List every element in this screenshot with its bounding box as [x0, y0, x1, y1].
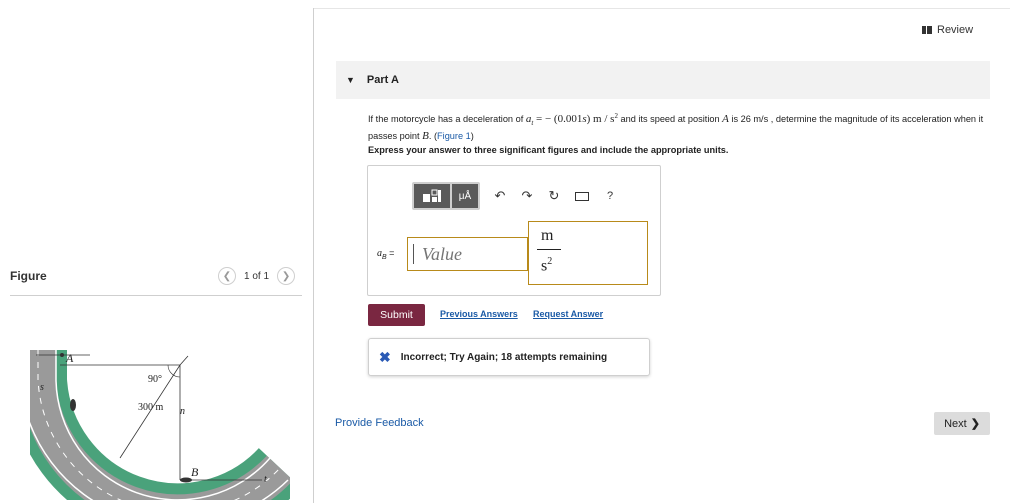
label-n: n — [180, 406, 185, 417]
figure-pane: Figure ❮ 1 of 1 ❯ A s 90° 300 m n B t — [0, 0, 314, 503]
toolbar-group: μÅ — [412, 182, 480, 210]
part-title: Part A — [366, 74, 399, 86]
previous-answers-link[interactable]: Previous Answers — [440, 309, 518, 319]
incorrect-x-icon: ✖ — [379, 348, 391, 365]
figure-header: Figure ❮ 1 of 1 ❯ — [10, 266, 302, 296]
units-icon: μÅ — [458, 190, 472, 202]
motorcycle-curve-figure: A s 90° 300 m n B t — [30, 350, 290, 500]
review-link[interactable]: Review — [922, 24, 973, 36]
label-t: t — [264, 474, 267, 485]
problem-statement: If the motorcycle has a deceleration of … — [368, 110, 993, 143]
reset-icon[interactable]: ↻ — [547, 188, 561, 204]
units-field[interactable]: m s2 — [528, 221, 648, 285]
feedback-message: ✖ Incorrect; Try Again; 18 attempts rema… — [368, 338, 650, 376]
point-a-dot — [60, 353, 64, 357]
redo-icon[interactable]: ↷ — [520, 188, 534, 204]
label-eq: = — [386, 248, 395, 258]
unit-denominator: s2 — [541, 256, 552, 275]
keyboard-icon[interactable] — [575, 191, 589, 201]
templates-icon — [423, 189, 441, 202]
label-a: A — [65, 351, 74, 365]
request-answer-link[interactable]: Request Answer — [533, 309, 603, 319]
prev-figure-button[interactable]: ❮ — [218, 267, 236, 285]
motorcycle-icon — [70, 399, 76, 411]
figure-1-link[interactable]: Figure 1 — [437, 131, 471, 141]
provide-feedback-link[interactable]: Provide Feedback — [335, 417, 424, 429]
caret-down-icon: ▼ — [346, 75, 355, 85]
review-label: Review — [937, 24, 974, 36]
problem-text-4: . ( — [428, 130, 438, 141]
problem-text-1: If the motorcycle has a deceleration of — [368, 114, 526, 125]
next-figure-button[interactable]: ❯ — [277, 267, 296, 285]
value-field-wrapper — [407, 237, 528, 271]
answer-label: aB = — [377, 248, 394, 261]
pager-text: 1 of 1 — [244, 270, 270, 282]
units-button[interactable]: μÅ — [452, 184, 478, 208]
figure-title: Figure — [10, 269, 47, 283]
math-eq: = − (0.001 — [533, 113, 583, 126]
math-point-a: A — [722, 113, 729, 126]
unit-den-sup: 2 — [547, 256, 553, 267]
feedback-text: Incorrect; Try Again; 18 attempts remain… — [400, 351, 608, 363]
problem-text-5: ) — [470, 130, 474, 141]
undo-icon[interactable]: ↶ — [493, 188, 507, 204]
chevron-right-icon: ❯ — [970, 418, 980, 430]
help-button[interactable]: ? — [607, 190, 613, 202]
book-icon — [922, 26, 932, 34]
n-axis — [179, 355, 189, 366]
part-a-header[interactable]: ▼ Part A — [336, 61, 990, 99]
value-input[interactable] — [422, 243, 522, 265]
submit-button[interactable]: Submit — [368, 304, 425, 326]
label-angle: 90° — [148, 374, 162, 385]
math-toolbar: μÅ ↶ ↷ ↻ ? — [412, 182, 613, 210]
label-radius: 300 m — [138, 402, 164, 413]
top-rule — [314, 8, 1010, 9]
label-b: B — [191, 465, 199, 479]
next-label: Next — [944, 417, 967, 430]
math-point-b: B — [422, 129, 429, 142]
angle-arc — [167, 364, 181, 378]
unit-numerator: m — [541, 227, 554, 244]
math-units: ) m / s — [586, 113, 615, 126]
problem-text-2: and its speed at position — [617, 114, 723, 125]
figure-pager: ❮ 1 of 1 ❯ — [218, 267, 296, 285]
answer-box: μÅ ↶ ↷ ↻ ? aB = m s2 — [367, 165, 661, 296]
templates-button[interactable] — [414, 184, 450, 208]
pane-divider — [313, 8, 314, 503]
label-s: s — [40, 382, 44, 393]
next-button[interactable]: Next ❯ — [934, 412, 990, 435]
answer-instruction: Express your answer to three significant… — [368, 145, 729, 155]
unit-fraction-bar — [537, 249, 561, 250]
